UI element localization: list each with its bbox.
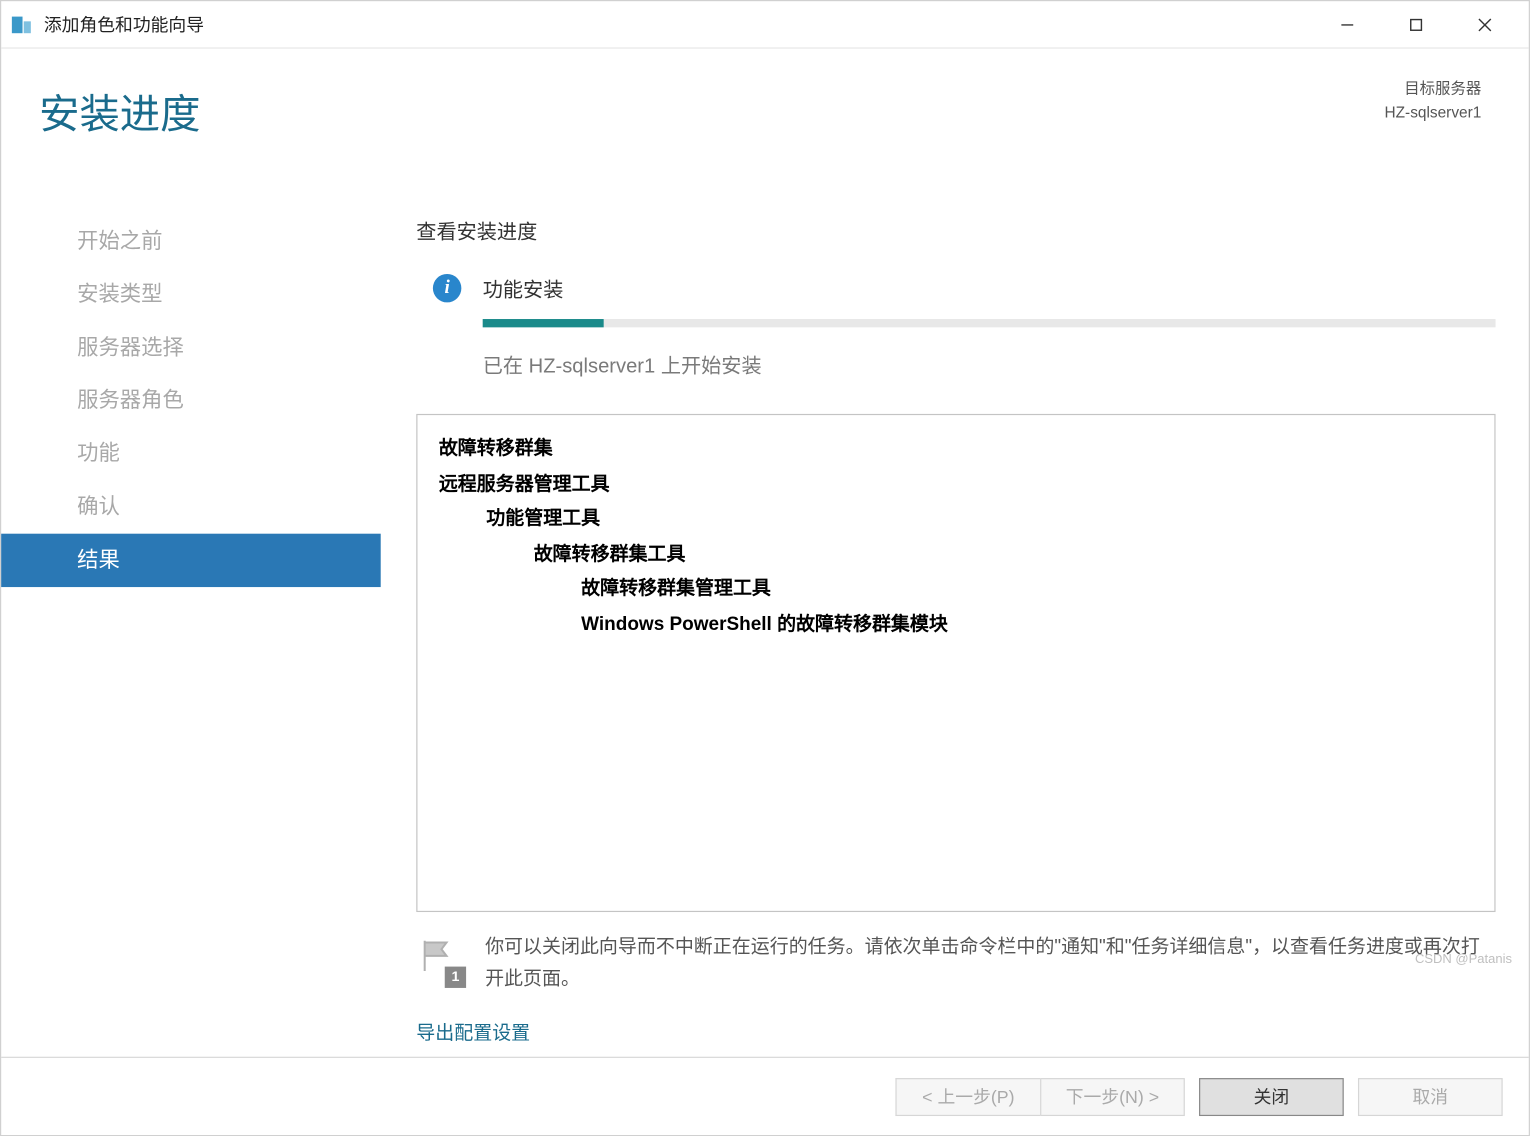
page-title: 安装进度 [39, 82, 1384, 140]
close-button[interactable] [1450, 7, 1519, 43]
detail-line: 故障转移群集管理工具 [439, 572, 1473, 607]
status-title: 功能安装 [483, 273, 1496, 303]
target-server-name: HZ-sqlserver1 [1385, 100, 1482, 123]
wizard-window: 添加角色和功能向导 安装进度 目标服务器 HZ-sqlserver1 开始之前 … [0, 0, 1530, 1136]
target-server-label: 目标服务器 [1385, 77, 1482, 100]
install-details-box: 故障转移群集 远程服务器管理工具 功能管理工具 故障转移群集工具 故障转移群集管… [416, 414, 1495, 912]
detail-line: 故障转移群集工具 [439, 537, 1473, 572]
maximize-button[interactable] [1382, 7, 1451, 43]
target-server-info: 目标服务器 HZ-sqlserver1 [1385, 77, 1482, 123]
previous-button: < 上一步(P) [895, 1077, 1040, 1115]
sidebar-item-server-roles: 服务器角色 [1, 374, 381, 427]
body: 开始之前 安装类型 服务器选择 服务器角色 功能 确认 结果 查看安装进度 i … [1, 200, 1529, 1056]
note-text: 你可以关闭此向导而不中断正在运行的任务。请依次单击命令栏中的"通知"和"任务详细… [485, 931, 1495, 995]
detail-line: Windows PowerShell 的故障转移群集模块 [439, 607, 1473, 642]
sidebar-item-server-selection: 服务器选择 [1, 321, 381, 374]
status-row: i 功能安装 已在 HZ-sqlserver1 上开始安装 [433, 273, 1496, 405]
info-icon: i [433, 274, 461, 302]
detail-line: 功能管理工具 [439, 502, 1473, 537]
detail-line: 故障转移群集 [439, 432, 1473, 467]
sidebar-item-features: 功能 [1, 427, 381, 480]
section-heading: 查看安装进度 [416, 215, 1495, 245]
main-panel: 查看安装进度 i 功能安装 已在 HZ-sqlserver1 上开始安装 故障转… [381, 200, 1529, 1056]
progress-bar [483, 319, 1496, 327]
progress-fill [483, 319, 605, 327]
credit-text: CSDN @Patanis [1415, 951, 1512, 966]
minimize-button[interactable] [1313, 7, 1382, 43]
titlebar: 添加角色和功能向导 [1, 1, 1529, 48]
cancel-button: 取消 [1358, 1077, 1503, 1115]
window-title: 添加角色和功能向导 [44, 12, 1313, 37]
status-text: 已在 HZ-sqlserver1 上开始安装 [483, 349, 1496, 379]
flag-icon: 1 [416, 935, 463, 982]
close-wizard-button[interactable]: 关闭 [1199, 1077, 1344, 1115]
footer: < 上一步(P) 下一步(N) > 关闭 取消 [1, 1057, 1529, 1135]
sidebar-item-results: 结果 [1, 533, 381, 586]
flag-badge: 1 [445, 966, 466, 987]
status-block: 功能安装 已在 HZ-sqlserver1 上开始安装 [483, 273, 1496, 405]
prev-next-group: < 上一步(P) 下一步(N) > [895, 1077, 1184, 1115]
detail-line: 远程服务器管理工具 [439, 467, 1473, 502]
export-config-link[interactable]: 导出配置设置 [416, 1016, 1495, 1044]
header: 安装进度 目标服务器 HZ-sqlserver1 [1, 49, 1529, 201]
window-controls [1313, 7, 1519, 43]
note-row: 1 你可以关闭此向导而不中断正在运行的任务。请依次单击命令栏中的"通知"和"任务… [416, 931, 1495, 995]
sidebar: 开始之前 安装类型 服务器选择 服务器角色 功能 确认 结果 [1, 200, 381, 1056]
sidebar-item-install-type: 安装类型 [1, 268, 381, 321]
sidebar-item-before-begin: 开始之前 [1, 215, 381, 268]
sidebar-item-confirm: 确认 [1, 480, 381, 533]
server-manager-icon [11, 14, 32, 35]
next-button: 下一步(N) > [1040, 1077, 1185, 1115]
